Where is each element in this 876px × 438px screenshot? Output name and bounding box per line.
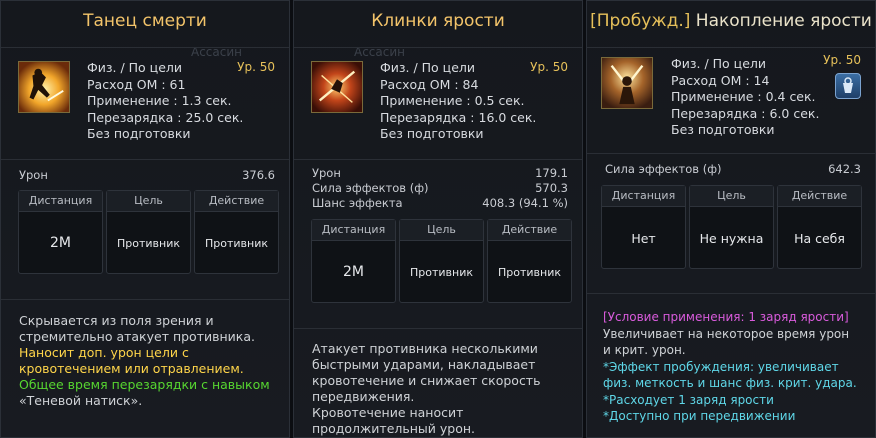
- cell-value: Противник: [409, 265, 473, 279]
- cell-value: Противник: [116, 236, 180, 250]
- stat-value: 376.6: [242, 168, 275, 182]
- desc-line: «Теневой натиск».: [19, 393, 143, 408]
- desc-line: Кровотечение наносит: [312, 405, 464, 420]
- table-cell-action: Действие Противник: [487, 219, 572, 303]
- stat-value: 179.1: [535, 166, 568, 180]
- cell-value: На себя: [794, 230, 845, 246]
- table-cell-action: Действие Противник: [194, 190, 279, 274]
- cell-value: Противник: [497, 265, 561, 279]
- tooltip-comparison: Ассасин Танец смерти Ур. 50 Физ. / По це…: [0, 0, 876, 438]
- info-type: Физ. / По цели: [87, 60, 182, 75]
- skill-table: Дистанция 2М Цель Противник Действие Против…: [18, 190, 279, 274]
- info-type: Физ. / По цели: [671, 56, 766, 71]
- skill-info: Физ. / По цели Расход ОМ : 84 Применение…: [380, 60, 536, 143]
- stat-row-effect-power: Сила эффектов (ф) 642.3: [605, 162, 861, 176]
- stat-row-damage: Урон 376.6: [19, 168, 275, 182]
- awaken-prefix: [Пробужд.]: [590, 11, 691, 31]
- skill-table: Дистанция Нет Цель Не нужна Действие На себ…: [601, 185, 862, 269]
- cell-header: Цель: [107, 191, 190, 212]
- desc-line: Увеличивает на некоторое время урон: [603, 326, 850, 341]
- table-cell-distance: Дистанция 2М: [18, 190, 103, 274]
- table-cell-target: Цель Противник: [399, 219, 484, 303]
- stat-label: Сила эффектов (ф): [312, 181, 429, 195]
- info-prep: Без подготовки: [671, 122, 775, 137]
- desc-line: *Расходует 1 заряд ярости: [603, 392, 774, 407]
- stat-label: Сила эффектов (ф): [605, 162, 722, 176]
- cell-value: 2М: [343, 264, 364, 280]
- skill-title: Клинки ярости: [371, 11, 505, 31]
- skill-info: Физ. / По цели Расход ОМ : 61 Применение…: [87, 60, 243, 143]
- table-cell-distance: Дистанция 2М: [311, 219, 396, 303]
- desc-line: Общее время перезарядки с навыком: [19, 377, 270, 392]
- info-type: Физ. / По цели: [380, 60, 475, 75]
- desc-line: Наносит доп. урон цели с: [19, 345, 189, 360]
- stat-row-effect-power: Сила эффектов (ф) 570.3: [312, 181, 568, 195]
- cell-value: 2М: [50, 235, 71, 251]
- info-cooldown: Перезарядка : 6.0 сек.: [671, 105, 820, 121]
- skill-description: [Условие применения: 1 заряд ярости] Уве…: [603, 309, 865, 425]
- desc-line: продолжительный урон.: [312, 421, 476, 436]
- stat-value: 408.3 (94.1 %): [482, 196, 568, 210]
- cell-header: Действие: [778, 186, 861, 207]
- cell-header: Действие: [488, 220, 571, 241]
- info-cost: Расход ОМ : 61: [87, 76, 186, 92]
- cell-value: Не нужна: [699, 230, 764, 246]
- info-prep: Без подготовки: [380, 126, 484, 141]
- skill-rage-icon: [601, 57, 653, 109]
- skill-card-rage-blades: Ассасин Клинки ярости Ур. 50 Физ. / По ц…: [293, 0, 583, 438]
- info-prep: Без подготовки: [87, 126, 191, 141]
- info-cost: Расход ОМ : 84: [380, 76, 479, 92]
- info-cast: Применение : 0.5 сек.: [380, 93, 525, 108]
- desc-line: физ. меткость и шанс физ. крит. удара.: [603, 376, 857, 390]
- skill-blades-icon: [311, 61, 363, 113]
- desc-line: кровотечение и снижает скорость: [312, 373, 541, 388]
- skill-title: Танец смерти: [83, 11, 207, 31]
- desc-line: быстрыми ударами, накладывает: [312, 357, 536, 372]
- info-cooldown: Перезарядка : 25.0 сек.: [87, 109, 244, 125]
- desc-line: и крит. урон.: [603, 343, 686, 357]
- stat-row-effect-chance: Шанс эффекта 408.3 (94.1 %): [312, 196, 568, 210]
- table-cell-target: Цель Противник: [106, 190, 191, 274]
- desc-line: передвижения.: [312, 389, 415, 404]
- cell-header: Дистанция: [19, 191, 102, 212]
- stat-value: 642.3: [828, 162, 861, 176]
- desc-line: Скрывается из поля зрения и: [19, 313, 214, 328]
- stat-label: Урон: [312, 166, 341, 180]
- stat-value: 570.3: [535, 181, 568, 195]
- cell-value: Противник: [204, 236, 268, 250]
- desc-line: [Условие применения: 1 заряд ярости]: [603, 310, 849, 324]
- desc-line: *Доступно при передвижении: [603, 409, 796, 423]
- skill-level: Ур. 50: [823, 53, 861, 67]
- skill-dagger-icon: [18, 61, 70, 113]
- table-cell-distance: Дистанция Нет: [601, 185, 686, 269]
- skill-description: Скрывается из поля зрения и стремительно…: [19, 313, 279, 409]
- stat-label: Урон: [19, 168, 48, 182]
- skill-description: Атакует противника несколькими быстрыми …: [312, 341, 572, 437]
- info-cost: Расход ОМ : 14: [671, 72, 770, 88]
- skill-card-death-dance: Ассасин Танец смерти Ур. 50 Физ. / По це…: [0, 0, 290, 438]
- stat-label: Шанс эффекта: [312, 196, 403, 210]
- cell-header: Дистанция: [312, 220, 395, 241]
- info-cooldown: Перезарядка : 16.0 сек.: [380, 109, 537, 125]
- cell-value: Нет: [631, 230, 656, 246]
- desc-line: кровотечением или отравлением.: [19, 361, 244, 376]
- desc-line: *Эффект пробуждения: увеличивает: [603, 359, 839, 374]
- skill-card-rage-accumulation: [Пробужд.] Накопление ярости Ур. 50 Физ.…: [586, 0, 876, 438]
- table-cell-action: Действие На себя: [777, 185, 862, 269]
- cell-header: Дистанция: [602, 186, 685, 207]
- stat-row-damage: Урон 179.1: [312, 166, 568, 180]
- cell-header: Цель: [690, 186, 773, 207]
- skill-info: Физ. / По цели Расход ОМ : 14 Применение…: [671, 56, 819, 139]
- cell-header: Действие: [195, 191, 278, 212]
- desc-line: Атакует противника несколькими: [312, 341, 538, 356]
- table-cell-target: Цель Не нужна: [689, 185, 774, 269]
- info-cast: Применение : 0.4 сек.: [671, 89, 816, 104]
- info-cast: Применение : 1.3 сек.: [87, 93, 232, 108]
- skill-table: Дистанция 2М Цель Противник Действие Против…: [311, 219, 572, 303]
- cell-header: Цель: [400, 220, 483, 241]
- skill-title: [Пробужд.] Накопление ярости: [587, 11, 875, 31]
- awaken-badge-icon: [835, 73, 861, 99]
- skill-title-text: Накопление ярости: [695, 11, 872, 31]
- desc-line: стремительно атакует противника.: [19, 329, 255, 344]
